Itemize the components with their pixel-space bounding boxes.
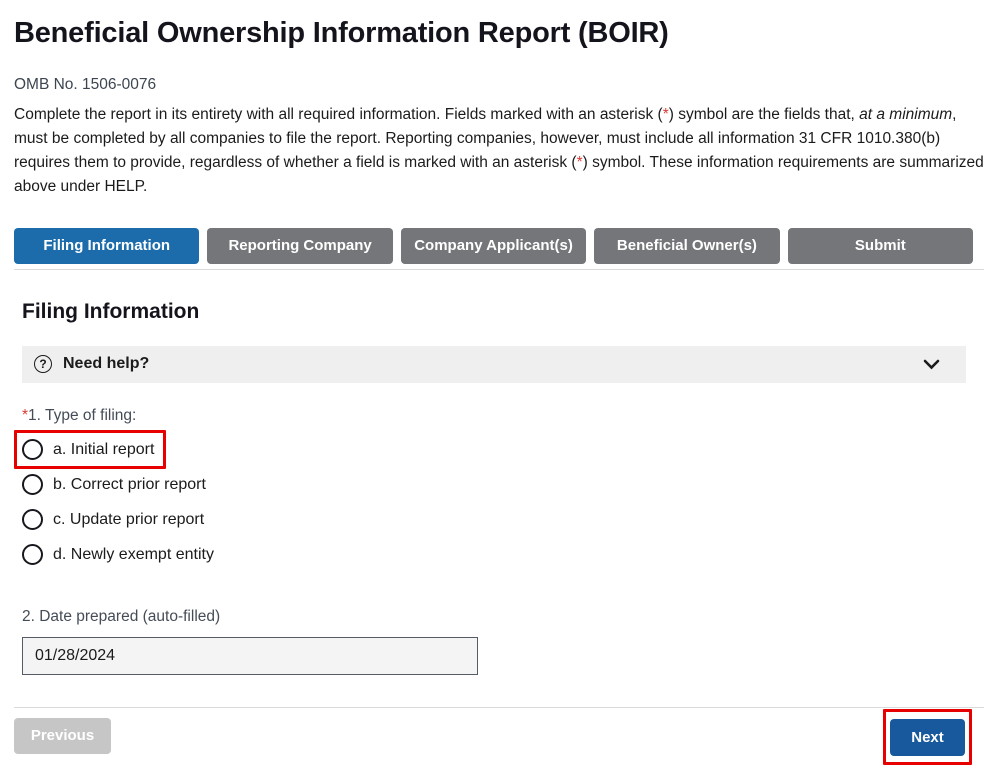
radio-button-newly-exempt-entity[interactable]	[22, 544, 43, 565]
omb-number: OMB No. 1506-0076	[14, 76, 984, 94]
footer-divider	[14, 707, 984, 708]
type-of-filing-radio-group: a. Initial report b. Correct prior repor…	[22, 439, 976, 566]
need-help-label: Need help?	[63, 355, 149, 373]
radio-button-correct-prior-report[interactable]	[22, 474, 43, 495]
radio-label-initial-report[interactable]: a. Initial report	[53, 441, 154, 459]
radio-option-newly-exempt-entity[interactable]: d. Newly exempt entity	[22, 544, 214, 566]
tab-filing-information[interactable]: Filing Information	[14, 228, 199, 264]
date-prepared-input[interactable]	[22, 637, 478, 675]
radio-button-update-prior-report[interactable]	[22, 509, 43, 530]
chevron-down-icon	[923, 359, 940, 370]
previous-button[interactable]: Previous	[14, 718, 111, 754]
next-button[interactable]: Next	[890, 719, 965, 756]
tab-beneficial-owners[interactable]: Beneficial Owner(s)	[594, 228, 779, 264]
radio-button-initial-report[interactable]	[22, 439, 43, 460]
tabbar-divider	[14, 269, 984, 270]
radio-label-update-prior-report[interactable]: c. Update prior report	[53, 511, 204, 529]
tab-submit[interactable]: Submit	[788, 228, 973, 264]
tab-company-applicants[interactable]: Company Applicant(s)	[401, 228, 586, 264]
page-title: Beneficial Ownership Information Report …	[14, 16, 984, 51]
next-button-wrapper: Next	[890, 719, 965, 756]
radio-label-correct-prior-report[interactable]: b. Correct prior report	[53, 476, 206, 494]
intro-paragraph: Complete the report in its entirety with…	[14, 103, 986, 199]
radio-option-update-prior-report[interactable]: c. Update prior report	[22, 509, 204, 531]
boir-filing-page: Beneficial Ownership Information Report …	[0, 0, 998, 784]
type-of-filing-label: *1. Type of filing:	[22, 407, 976, 425]
form-tabbar: Filing Information Reporting Company Com…	[14, 228, 973, 264]
section-heading: Filing Information	[22, 300, 976, 324]
radio-label-newly-exempt-entity[interactable]: d. Newly exempt entity	[53, 546, 214, 564]
date-prepared-label: 2. Date prepared (auto-filled)	[22, 608, 976, 626]
need-help-accordion[interactable]: ? Need help?	[22, 346, 966, 383]
radio-option-initial-report[interactable]: a. Initial report	[22, 439, 154, 461]
radio-option-correct-prior-report[interactable]: b. Correct prior report	[22, 474, 206, 496]
filing-information-section: Filing Information ? Need help? *1. Type…	[14, 300, 984, 675]
question-circle-icon: ?	[34, 355, 52, 373]
footer-nav: Previous Next	[14, 718, 978, 756]
tab-reporting-company[interactable]: Reporting Company	[207, 228, 392, 264]
